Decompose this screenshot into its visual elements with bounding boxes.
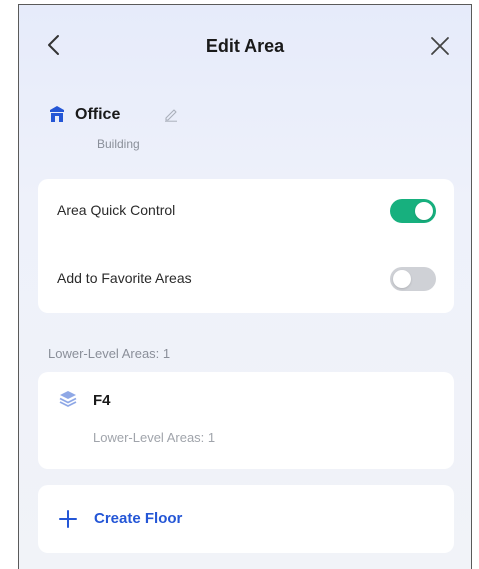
close-button[interactable] [427, 33, 453, 59]
favorite-toggle[interactable] [390, 267, 436, 291]
setting-row-quick-control: Area Quick Control [38, 187, 454, 235]
pencil-icon[interactable] [163, 106, 179, 122]
area-name: Office [75, 106, 121, 123]
area-type: Building [97, 137, 140, 151]
building-icon [50, 106, 64, 122]
layers-icon [59, 391, 77, 407]
header: Edit Area [19, 5, 471, 91]
toggle-knob [415, 202, 433, 220]
setting-label: Area Quick Control [57, 202, 176, 218]
floor-subtitle: Lower-Level Areas: 1 [93, 430, 216, 445]
setting-label: Add to Favorite Areas [57, 270, 192, 286]
create-floor-label: Create Floor [94, 510, 183, 527]
page-title: Edit Area [205, 36, 285, 56]
floor-name: F4 [93, 392, 111, 409]
plus-icon [59, 510, 77, 528]
create-floor-button[interactable]: Create Floor [38, 485, 454, 553]
lower-level-section-label: Lower-Level Areas: 1 [48, 346, 171, 361]
quick-control-toggle[interactable] [390, 199, 436, 223]
close-icon [431, 37, 449, 55]
lower-level-item-f4[interactable]: F4 Lower-Level Areas: 1 [38, 372, 454, 469]
setting-row-favorite: Add to Favorite Areas [38, 255, 454, 303]
toggle-knob [393, 270, 411, 288]
settings-card: Area Quick Control Add to Favorite Areas [38, 179, 454, 313]
app-screen: Edit Area Office Building Area Quick Con… [18, 4, 472, 569]
